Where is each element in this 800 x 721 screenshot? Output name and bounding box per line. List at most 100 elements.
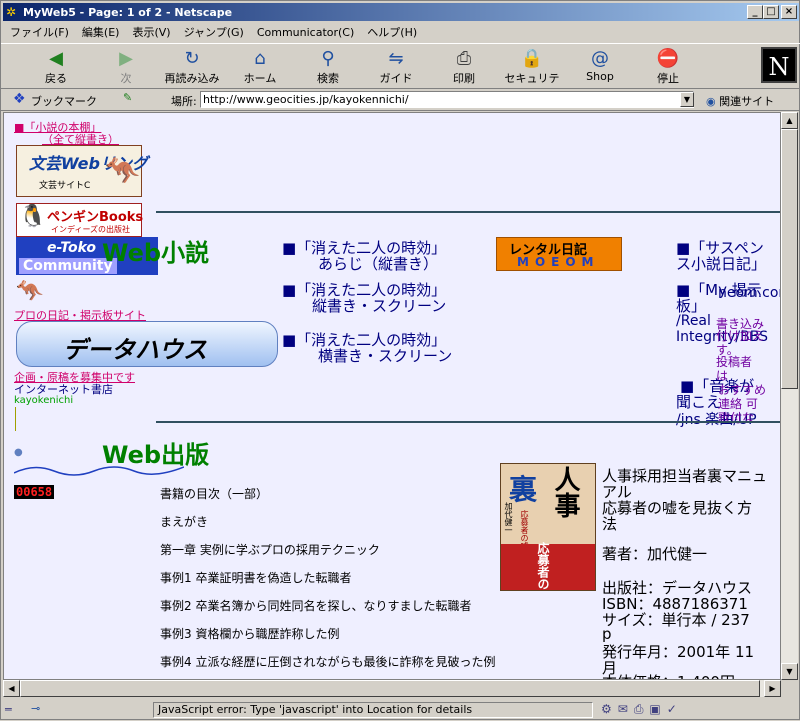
- shop-label: Shop: [586, 70, 614, 83]
- cover-big-char: 人事: [550, 466, 580, 518]
- rental-banner-bottom: MOEOM: [517, 255, 600, 269]
- scroll-up-button[interactable]: ▲: [781, 112, 798, 129]
- scroll-left-button[interactable]: ◀: [3, 680, 20, 697]
- navigation-toolbar: ◀戻る ▶次 ↻再読み込み ⌂ホーム ⚲検索 ⇋ガイド ⎙印刷 🔒セキュリティ …: [1, 43, 800, 101]
- book-subtitle: 応募者の嘘を見抜く方: [602, 499, 753, 517]
- toc-item-6: 事例4 立派な経歴に圧倒されながらも最後に詐称を見破った例: [160, 655, 496, 669]
- netscape-logo[interactable]: N: [761, 47, 797, 83]
- left-vertical-rule: [15, 407, 16, 431]
- netscape-app-icon: ✲: [6, 5, 17, 19]
- minimize-button[interactable]: _: [747, 5, 763, 19]
- shop-button[interactable]: @ Shop: [569, 48, 631, 88]
- novel-link-3-sub[interactable]: 横書き・スクリーン: [318, 345, 452, 366]
- home-button[interactable]: ⌂ ホーム: [229, 48, 291, 88]
- book-date: 発行年月：2001年 11: [602, 643, 755, 661]
- novel-link-2-sub[interactable]: 縦書き・スクリーン: [312, 295, 446, 316]
- window-title: MyWeb5 - Page: 1 of 2 - Netscape: [23, 5, 233, 19]
- kangaroo-mascot-icon: 🦘: [105, 154, 140, 187]
- status-message: JavaScript error: Type 'javascript' into…: [153, 702, 593, 718]
- horizontal-scroll-thumb[interactable]: [20, 680, 760, 697]
- guide-button[interactable]: ⇋ ガイド: [365, 48, 427, 88]
- shop-icon: @: [591, 48, 609, 69]
- print-icon: ⎙: [456, 48, 472, 69]
- stop-label: 停止: [657, 72, 679, 85]
- book-cover-image[interactable]: 人事 裏 加代健一 応募者の嘘を見抜く方法 応募者の真の姿を見抜く裏技: [500, 463, 596, 591]
- scroll-right-button[interactable]: ▶: [764, 680, 781, 697]
- print-button[interactable]: ⎙ 印刷: [433, 48, 495, 88]
- web-novel-heading: Web小説: [102, 239, 210, 267]
- menu-help[interactable]: ヘルプ(H): [367, 24, 417, 40]
- book-subtitle-2: 法: [602, 515, 618, 533]
- lock-icon: 🔒: [520, 48, 544, 69]
- reload-button[interactable]: ↻ 再読み込み: [161, 48, 223, 88]
- search-icon: ⚲: [321, 48, 335, 69]
- toc-heading: 書籍の目次（一部）: [160, 487, 269, 501]
- related-icon: ◉: [706, 95, 716, 108]
- print-label: 印刷: [453, 72, 475, 85]
- menu-view[interactable]: 表示(V): [132, 24, 170, 40]
- kangaroo-small-icon: 🦘: [16, 279, 44, 304]
- vertical-scrollbar[interactable]: ▲ ▼: [781, 112, 798, 680]
- related-sites-button[interactable]: ◉ 関連サイト: [706, 93, 774, 109]
- toc-item-3: 事例1 卒業証明書を偽造した転職者: [160, 571, 352, 585]
- real-label: /Real: [676, 313, 711, 329]
- guide-icon: ⇋: [388, 48, 404, 69]
- related-label: 関連サイト: [719, 95, 775, 108]
- menu-communicator[interactable]: Communicator(C): [257, 26, 354, 39]
- status-bar: ═ ⊸ JavaScript error: Type 'javascript' …: [1, 699, 800, 721]
- horizontal-scrollbar[interactable]: ◀ ▶: [3, 680, 781, 697]
- reload-label: 再読み込み: [164, 72, 220, 85]
- location-label: 場所:: [171, 95, 197, 108]
- page-proxy-icon[interactable]: ✎: [123, 91, 132, 104]
- vertical-scroll-thumb[interactable]: [781, 129, 798, 389]
- novel-link-1-sub[interactable]: あらじ（縦書き）: [318, 253, 438, 274]
- toolbar-grip-icon[interactable]: ═: [5, 703, 12, 716]
- close-button[interactable]: ×: [781, 5, 797, 19]
- forward-button[interactable]: ▶ 次: [95, 48, 157, 88]
- rental-diary-banner[interactable]: レンタル日記 MOEOM: [496, 237, 622, 271]
- overlap-note-3: 歌付な: [718, 411, 755, 425]
- book-author: 著者：加代健一: [602, 545, 708, 563]
- page-content: ■「小説の本棚」 （全て縦書き） 文芸Webリング 文芸サイトC 🦘 🐧 ペンギ…: [3, 112, 781, 680]
- etoko-top-text: e-Toko: [47, 240, 97, 256]
- search-button[interactable]: ⚲ 検索: [297, 48, 359, 88]
- maximize-button[interactable]: □: [763, 5, 779, 19]
- security-button[interactable]: 🔒セキュリティ: [501, 48, 563, 101]
- datahouse-banner-text: データハウス: [63, 336, 207, 364]
- bunge-banner-sub: 文芸サイトC: [39, 181, 91, 191]
- component-bar-icons[interactable]: ⚙✉⎙▣✓: [601, 702, 683, 717]
- stop-button[interactable]: ⛔ 停止: [637, 48, 699, 88]
- visitor-counter: 00658: [14, 485, 55, 499]
- scroll-down-button[interactable]: ▼: [781, 663, 798, 680]
- divider-top: [156, 211, 780, 213]
- toc-item-4: 事例2 卒業名簿から同姓同名を探し、なりすました転職者: [160, 599, 472, 613]
- book-price: 本体価格：1,400円: [602, 671, 735, 679]
- menu-file[interactable]: ファイル(F): [10, 24, 69, 40]
- penguin-banner-text: ペンギンBooks: [47, 210, 144, 225]
- menu-edit[interactable]: 編集(E): [82, 24, 120, 40]
- url-dropdown-button[interactable]: ▼: [680, 92, 694, 107]
- penguin-books-banner[interactable]: 🐧 ペンギンBooks インディーズの出版社: [16, 203, 144, 237]
- datahouse-banner[interactable]: データハウス: [16, 321, 278, 367]
- menu-go[interactable]: ジャンプ(G): [184, 24, 244, 40]
- title-bar: ✲ MyWeb5 - Page: 1 of 2 - Netscape _ □ ×: [3, 3, 799, 21]
- back-button[interactable]: ◀ 戻る: [25, 48, 87, 88]
- home-label: ホーム: [243, 72, 277, 85]
- search-label: 検索: [317, 72, 339, 85]
- back-arrow-icon: ◀: [49, 48, 63, 69]
- bookmarks-button[interactable]: ブックマーク: [31, 93, 97, 109]
- forward-label: 次: [120, 72, 132, 85]
- bullet-dot-icon: ●: [14, 447, 23, 458]
- cover-author: 加代健一: [504, 502, 513, 534]
- suspense-diary-link-2[interactable]: ス小説日記」: [676, 253, 766, 274]
- home-icon: ⌂: [254, 48, 266, 69]
- back-label: 戻る: [45, 72, 67, 85]
- toc-item-1: まえがき: [160, 515, 209, 529]
- connection-icon: ⊸: [31, 702, 41, 715]
- location-url-field[interactable]: http://www.geocities.jp/kayokennichi/: [200, 91, 694, 108]
- toc-item-2: 第一章 実例に学ぶプロの採用テクニック: [160, 543, 380, 557]
- bookmark-icon: ❖: [13, 91, 26, 107]
- bunge-webring-banner[interactable]: 文芸Webリング 文芸サイトC 🦘: [16, 145, 148, 197]
- book-size: サイズ：単行本 / 237: [602, 611, 750, 629]
- reload-icon: ↻: [184, 48, 200, 69]
